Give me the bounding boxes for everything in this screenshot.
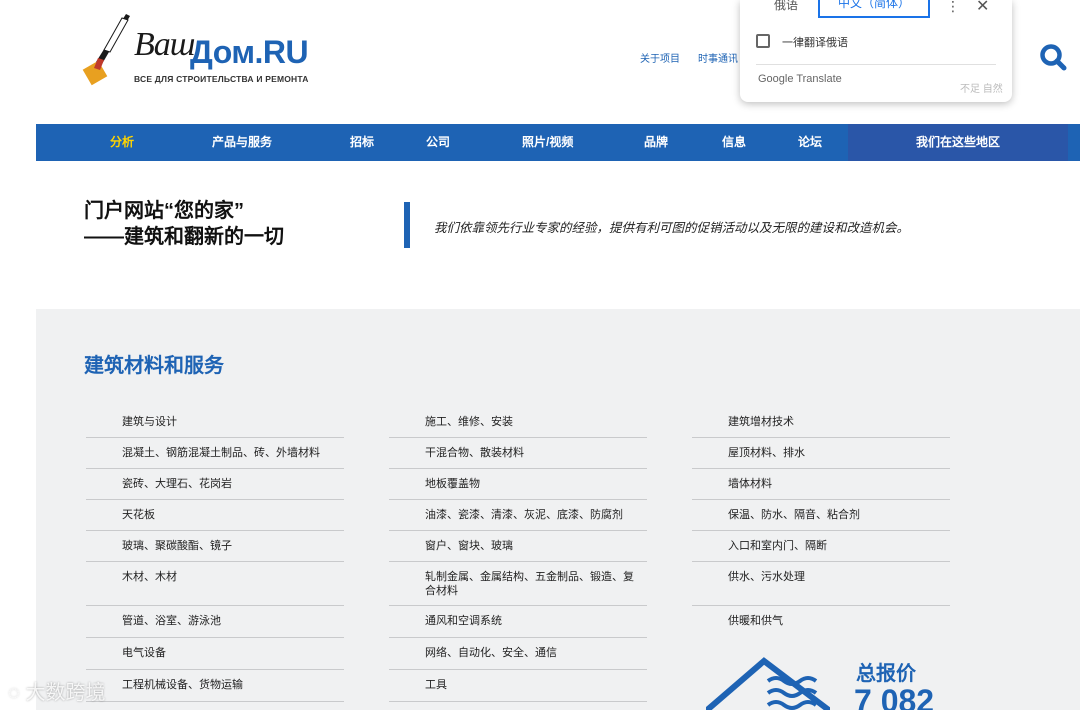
watermark-text: 大数跨境	[25, 682, 106, 704]
catalog-item[interactable]: 窗户、窗块、玻璃	[389, 531, 647, 562]
logo-tagline: ВСЕ ДЛЯ СТРОИТЕЛЬСТВА И РЕМОНТА	[134, 74, 309, 84]
translate-popup: 俄语 中文（简体） ⋮ ✕ 一律翻译俄语 Google Translate 不足…	[740, 0, 1012, 102]
catalog-item[interactable]: 保温、防水、隔音、粘合剂	[692, 500, 950, 531]
catalog-item[interactable]: 施工、维修、安装	[389, 407, 647, 438]
site-logo[interactable]: Ваш Дом.RU ВСЕ ДЛЯ СТРОИТЕЛЬСТВА И РЕМОН…	[82, 12, 332, 88]
catalog-item[interactable]: 建筑与设计	[86, 407, 344, 438]
catalog-item[interactable]: 入口和室内门、隔断	[692, 531, 950, 562]
catalog-item[interactable]: 天花板	[86, 500, 344, 531]
about-link[interactable]: 关于项目	[640, 54, 680, 65]
catalog-title: 建筑材料和服务	[84, 355, 224, 377]
always-translate-label: 一律翻译俄语	[782, 37, 848, 49]
catalog-item[interactable]: 油漆、瓷漆、清漆、灰泥、底漆、防腐剂	[389, 500, 647, 531]
catalog-item[interactable]: 木材、木材	[86, 562, 344, 606]
google-translate-brand: Google Translate	[758, 73, 842, 85]
target-language-tab[interactable]: 中文（简体）	[818, 0, 930, 18]
catalog-column-3: 建筑增材技术 屋顶材料、排水 墙体材料 保温、防水、隔音、粘合剂 入口和室内门、…	[692, 407, 950, 638]
catalog-column-2: 施工、维修、安装 干混合物、散装材料 地板覆盖物 油漆、瓷漆、清漆、灰泥、底漆、…	[389, 407, 647, 702]
newsletter-link[interactable]: 时事通讯	[698, 54, 738, 65]
catalog-item[interactable]: 干混合物、散装材料	[389, 438, 647, 469]
popup-divider	[756, 64, 996, 65]
watermark-logo-icon: ◌	[8, 682, 20, 704]
catalog-item[interactable]: 混凝土、钢筋混凝土制品、砖、外墙材料	[86, 438, 344, 469]
catalog-item[interactable]: 通风和空调系统	[389, 606, 647, 638]
catalog-item[interactable]: 玻璃、聚碳酸酯、镜子	[86, 531, 344, 562]
catalog-item[interactable]: 工程机械设备、货物运输	[86, 670, 344, 702]
search-button[interactable]	[1038, 42, 1068, 72]
catalog-item[interactable]: 轧制金属、金属结构、五金制品、锻造、复合材料	[389, 562, 647, 606]
more-options-icon[interactable]: ⋮	[946, 0, 960, 15]
trowel-logo-icon	[82, 14, 130, 86]
offers-wave-icon	[706, 657, 830, 710]
nav-item-products[interactable]: 产品与服务	[212, 124, 272, 161]
nav-item-companies[interactable]: 公司	[426, 124, 450, 161]
catalog-section: 建筑材料和服务 建筑与设计 混凝土、钢筋混凝土制品、砖、外墙材料 瓷砖、大理石、…	[36, 309, 1080, 710]
intro-accent-bar	[404, 202, 410, 248]
search-icon	[1040, 44, 1067, 71]
nav-item-forum[interactable]: 论坛	[798, 124, 822, 161]
nav-item-photo-video[interactable]: 照片/视频	[522, 124, 573, 161]
catalog-item[interactable]: 电气设备	[86, 638, 344, 670]
nav-item-regions[interactable]: 我们在这些地区	[848, 124, 1068, 161]
source-language-tab[interactable]: 俄语	[774, 0, 798, 13]
catalog-column-1: 建筑与设计 混凝土、钢筋混凝土制品、砖、外墙材料 瓷砖、大理石、花岗岩 天花板 …	[86, 407, 344, 702]
top-links: 关于项目 时事通讯	[640, 50, 756, 65]
catalog-item[interactable]: 工具	[389, 670, 647, 702]
logo-word-vash: Ваш	[134, 26, 195, 63]
watermark: ◌ 大数跨境	[8, 676, 105, 705]
intro-title: 门户网站“您的家” ——建筑和翻新的一切	[84, 198, 284, 250]
ghost-text: 不足 自然	[960, 84, 1003, 95]
catalog-item[interactable]: 建筑增材技术	[692, 407, 950, 438]
nav-region-label: 我们在这些地区	[915, 135, 1000, 149]
intro-title-line1: 门户网站“您的家”	[84, 200, 244, 222]
catalog-item[interactable]: 供水、污水处理	[692, 562, 950, 606]
catalog-item[interactable]: 墙体材料	[692, 469, 950, 500]
offers-total-value: 7 082	[854, 683, 935, 710]
catalog-item[interactable]: 屋顶材料、排水	[692, 438, 950, 469]
main-nav: 分析 产品与服务 招标 公司 照片/视频 品牌 信息 论坛 我们在这些地区	[36, 124, 1080, 161]
nav-item-tenders[interactable]: 招标	[350, 124, 374, 161]
catalog-item[interactable]: 地板覆盖物	[389, 469, 647, 500]
catalog-item[interactable]: 供暖和供气	[692, 606, 950, 638]
nav-item-analysis[interactable]: 分析	[110, 124, 134, 161]
logo-word-dom: Дом.RU	[190, 34, 309, 70]
catalog-item[interactable]: 网络、自动化、安全、通信	[389, 638, 647, 670]
nav-item-brands[interactable]: 品牌	[644, 124, 668, 161]
always-translate-checkbox[interactable]	[756, 34, 770, 48]
catalog-item[interactable]: 瓷砖、大理石、花岗岩	[86, 469, 344, 500]
site-header: Ваш Дом.RU ВСЕ ДЛЯ СТРОИТЕЛЬСТВА И РЕМОН…	[0, 0, 1080, 124]
close-icon[interactable]: ✕	[976, 0, 989, 16]
nav-item-info[interactable]: 信息	[722, 124, 746, 161]
intro-text: 我们依靠领先行业专家的经验，提供有利可图的促销活动以及无限的建设和改造机会。	[434, 221, 910, 235]
catalog-item[interactable]: 管道、浴室、游泳池	[86, 606, 344, 638]
intro-title-line2: ——建筑和翻新的一切	[84, 226, 284, 248]
offers-total-label: 总报价	[856, 663, 916, 685]
